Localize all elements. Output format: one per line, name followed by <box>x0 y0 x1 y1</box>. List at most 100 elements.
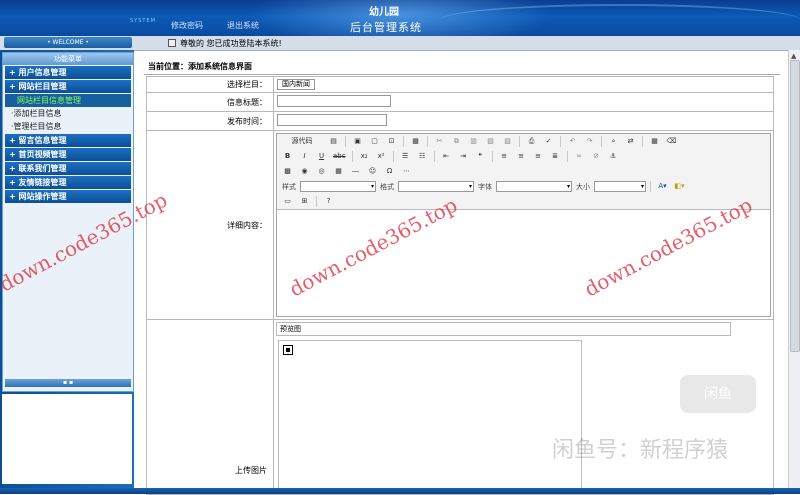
bold-button[interactable]: B <box>280 150 295 163</box>
about-icon[interactable]: ? <box>321 195 336 208</box>
change-password-link[interactable]: 修改密码 <box>171 20 203 31</box>
spellcheck-icon[interactable]: ✓ <box>541 135 556 148</box>
publish-time-input[interactable] <box>277 114 387 126</box>
align-right-icon[interactable]: ≡ <box>531 150 546 163</box>
info-form: 选择栏目： 国内新闻 信息标题： 发布时间： 详细内容： 源代码 ▤ ▣ ▢ ⊡… <box>146 76 774 495</box>
column-select[interactable]: 国内新闻 <box>277 79 315 90</box>
align-left-icon[interactable]: ≡ <box>497 150 512 163</box>
save-icon[interactable]: ▣ <box>350 135 365 148</box>
page-break-icon[interactable]: ⋯ <box>399 165 414 178</box>
subscript-icon[interactable]: x₂ <box>357 150 372 163</box>
anchor-icon[interactable]: ⚓ <box>606 150 621 163</box>
menu-site-columns[interactable]: + 网站栏目管理 <box>5 80 131 93</box>
toolbar-separator <box>403 136 404 147</box>
font-select[interactable] <box>496 181 572 192</box>
vertical-scrollbar[interactable]: ▲ <box>788 50 800 488</box>
strikethrough-button[interactable]: abc <box>331 150 348 163</box>
template-icon[interactable]: ▤ <box>326 135 341 148</box>
special-char-icon[interactable]: Ω <box>382 165 397 178</box>
toolbar-separator <box>345 136 346 147</box>
print-icon[interactable]: ⎙ <box>524 135 539 148</box>
select-all-icon[interactable]: ▦ <box>647 135 662 148</box>
bottom-bar <box>0 488 800 494</box>
new-page-icon[interactable]: ▢ <box>367 135 382 148</box>
copy-icon[interactable]: ⧉ <box>449 135 464 148</box>
menu-messages[interactable]: + 留言信息管理 <box>5 134 131 147</box>
submenu-column-info-manage[interactable]: 网站栏目信息管理 <box>5 94 131 107</box>
format-select[interactable] <box>398 181 474 192</box>
paste-icon[interactable]: ▥ <box>466 135 481 148</box>
show-blocks-icon[interactable]: ⊞ <box>297 195 312 208</box>
templates-icon[interactable]: ▦ <box>408 135 423 148</box>
toolbar-separator <box>650 181 651 192</box>
broken-image-icon <box>283 345 293 355</box>
scroll-up-icon[interactable]: ▲ <box>791 52 796 60</box>
function-menu: 功能菜单 + 用户信息管理 + 网站栏目管理 网站栏目信息管理 ·添加栏目信息 … <box>2 52 134 392</box>
replace-icon[interactable]: ⇄ <box>623 135 638 148</box>
maximize-icon[interactable]: ▭ <box>280 195 295 208</box>
menu-header: 功能菜单 <box>3 53 133 65</box>
horizontal-rule-icon[interactable]: ― <box>348 165 363 178</box>
find-icon[interactable]: ⌕ <box>606 135 621 148</box>
unlink-icon[interactable]: ⊘ <box>589 150 604 163</box>
toolbar-separator <box>427 136 428 147</box>
menu-site-operations[interactable]: + 网站操作管理 <box>5 190 131 203</box>
toolbar-separator <box>351 151 353 162</box>
italic-button[interactable]: I <box>297 150 312 163</box>
style-select[interactable] <box>300 181 376 192</box>
menu-user-info[interactable]: + 用户信息管理 <box>5 66 131 79</box>
size-select[interactable] <box>594 181 646 192</box>
breadcrumb: 当前位置：添加系统信息界面 <box>144 60 780 75</box>
menu-contact[interactable]: + 联系我们管理 <box>5 162 131 175</box>
column-cell: 国内新闻 <box>273 76 774 93</box>
content-label: 详细内容： <box>146 130 274 320</box>
redo-icon[interactable]: ↷ <box>582 135 597 148</box>
editor-toolbar-row-1: 源代码 ▤ ▣ ▢ ⊡ ▦ ✂ ⧉ ▥ ▧ ▨ ⎙ ✓ ↶ ↷ ⌕ ⇄ ▦ ⌫ <box>277 134 770 149</box>
media-icon[interactable]: ◎ <box>314 165 329 178</box>
image-icon[interactable]: ▩ <box>280 165 295 178</box>
blockquote-icon[interactable]: ❝ <box>473 150 488 163</box>
flash-icon[interactable]: ◉ <box>297 165 312 178</box>
cut-icon[interactable]: ✂ <box>432 135 447 148</box>
toolbar-separator <box>491 151 493 162</box>
app-header: SYSTEM 修改密码 退出系统 幼儿园 后台管理系统 <box>0 0 800 36</box>
remove-format-icon[interactable]: ⌫ <box>664 135 679 148</box>
menu-friend-links[interactable]: + 友情链接管理 <box>5 176 131 189</box>
smiley-icon[interactable]: ☺ <box>365 165 380 178</box>
source-code-button[interactable]: 源代码 <box>280 135 324 148</box>
toolbar-separator <box>642 136 643 147</box>
toolbar-separator <box>316 196 317 207</box>
form-row-content: 详细内容： 源代码 ▤ ▣ ▢ ⊡ ▦ ✂ ⧉ ▥ ▧ ▨ ⎙ ✓ ↶ ↷ ⌕ … <box>146 130 774 320</box>
logout-link[interactable]: 退出系统 <box>227 20 259 31</box>
scroll-thumb[interactable] <box>790 60 800 352</box>
text-color-icon[interactable]: A▾ <box>655 180 670 193</box>
undo-icon[interactable]: ↶ <box>565 135 580 148</box>
paste-word-icon[interactable]: ▨ <box>500 135 515 148</box>
table-icon[interactable]: ▦ <box>331 165 346 178</box>
align-center-icon[interactable]: ≡ <box>514 150 529 163</box>
toolbar-separator <box>560 136 561 147</box>
editor-content-area[interactable] <box>277 209 770 316</box>
preview-icon[interactable]: ⊡ <box>384 135 399 148</box>
numbered-list-icon[interactable]: ☰ <box>398 150 413 163</box>
title-input[interactable] <box>277 95 391 107</box>
image-preview-box <box>278 340 582 494</box>
form-row-title: 信息标题： <box>146 92 774 112</box>
editor-toolbar-row-4: 样式 格式 字体 大小 A▾ ◧▾ <box>277 179 770 194</box>
paste-text-icon[interactable]: ▧ <box>483 135 498 148</box>
align-justify-icon[interactable]: ≣ <box>548 150 563 163</box>
toolbar-separator <box>566 151 568 162</box>
submenu-add-column-info[interactable]: ·添加栏目信息 <box>5 107 131 120</box>
outdent-icon[interactable]: ⇤ <box>439 150 454 163</box>
submenu-manage-column-info[interactable]: ·管理栏目信息 <box>5 120 131 133</box>
superscript-icon[interactable]: x² <box>374 150 389 163</box>
background-color-icon[interactable]: ◧▾ <box>672 180 687 193</box>
indent-icon[interactable]: ⇥ <box>456 150 471 163</box>
underline-button[interactable]: U <box>314 150 329 163</box>
menu-footer: ▪ ▪ <box>5 379 131 387</box>
bulleted-list-icon[interactable]: ☷ <box>415 150 430 163</box>
menu-home-video[interactable]: + 首页视频管理 <box>5 148 131 161</box>
link-icon[interactable]: ∞ <box>572 150 587 163</box>
title-label: 信息标题： <box>146 92 274 112</box>
toolbar-separator <box>519 136 520 147</box>
